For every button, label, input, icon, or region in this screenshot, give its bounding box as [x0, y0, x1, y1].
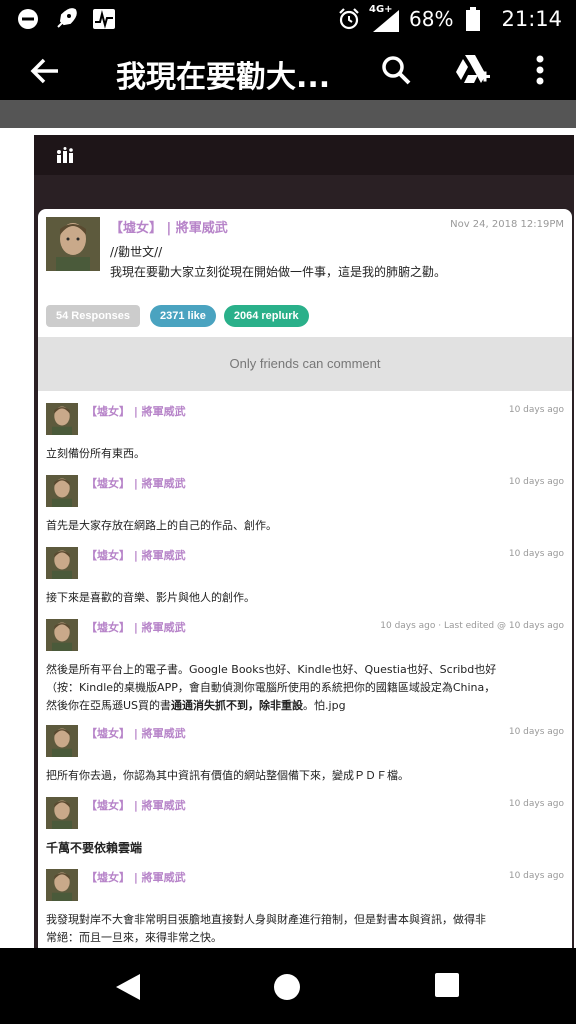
response-text-bold: 通通消失抓不到，除非重設 [171, 699, 304, 712]
status-bar: 4G+ 68% 21:14 [0, 0, 576, 38]
response-time: 10 days ago [508, 477, 564, 487]
rocket-notification-icon [54, 7, 78, 31]
response-time: 10 days ago [508, 405, 564, 415]
alarm-icon [337, 7, 361, 31]
more-options-icon[interactable] [522, 52, 558, 88]
plurk-logo-icon[interactable] [56, 147, 76, 167]
response-text-line1: 然後是所有平台上的電子書。Google Books也好、Kindle也好、Que… [46, 663, 497, 676]
plurk-header [34, 135, 574, 175]
back-icon[interactable] [114, 972, 144, 1002]
plurk-stats: 54 Responses 2371 like 2064 replurk [46, 305, 309, 327]
comment-restricted-notice: Only friends can comment [38, 337, 572, 391]
avatar[interactable] [46, 217, 100, 271]
response-text: 首先是大家存放在網路上的自己的作品、創作。 [46, 519, 277, 532]
response-item: 【墟女】 | 將軍威武 10 days ago 立刻備份所有東西。 [38, 395, 572, 467]
plurk-main: 【墟女】 | 將軍威武 Nov 24, 2018 12:19PM //勸世文//… [38, 209, 572, 299]
response-text: 立刻備份所有東西。 [46, 447, 145, 460]
plurk-embed: 【墟女】 | 將軍威武 Nov 24, 2018 12:19PM //勸世文//… [34, 135, 574, 948]
plurk-content-line1: //勸世文// [110, 245, 163, 259]
response-author[interactable]: 【墟女】 | 將軍威武 [86, 475, 186, 491]
response-item: 【墟女】 | 將軍威武 10 days ago · Last edited @ … [38, 611, 572, 715]
avatar[interactable] [46, 797, 78, 829]
plurk-date: Nov 24, 2018 12:19PM [450, 219, 564, 230]
response-text: 千萬不要依賴雲端 [46, 841, 143, 855]
response-author[interactable]: 【墟女】 | 將軍威武 [86, 797, 186, 813]
avatar[interactable] [46, 869, 78, 901]
response-item: 【墟女】 | 將軍威武 10 days ago 我發現對岸不大會非常明目張膽地直… [38, 861, 572, 948]
plurk-author[interactable]: 【墟女】 | 將軍威武 [110, 217, 228, 236]
response-item: 【墟女】 | 將軍威武 10 days ago 千萬不要依賴雲端 [38, 789, 572, 861]
battery-percent: 68% [409, 7, 454, 31]
search-icon[interactable] [378, 52, 414, 88]
avatar[interactable] [46, 619, 78, 651]
response-text-plain: 。怕.jpg [303, 699, 346, 712]
plurk-card: 【墟女】 | 將軍威武 Nov 24, 2018 12:19PM //勸世文//… [38, 209, 572, 948]
activity-notification-icon [92, 7, 116, 31]
response-time: 10 days ago · Last edited @ 10 days ago [380, 621, 564, 631]
replurks-count[interactable]: 2064 replurk [223, 305, 309, 327]
response-item: 【墟女】 | 將軍威武 10 days ago 首先是大家存放在網路上的自己的作… [38, 467, 572, 539]
response-text-line1: 我發現對岸不大會非常明目張膽地直接對人身與財產進行箝制，但是對書本與資訊，做得非 [46, 913, 486, 926]
page-title: 我現在要勸大... [116, 60, 331, 95]
battery-icon [461, 7, 485, 31]
response-text-line2: 常絕：而且一旦來，來得非常之快。 [46, 931, 222, 944]
system-nav-bar [0, 948, 576, 1024]
response-item: 【墟女】 | 將軍威武 10 days ago 把所有你去過，你認為其中資訊有價… [38, 717, 572, 789]
avatar[interactable] [46, 547, 78, 579]
recents-icon[interactable] [434, 972, 464, 1002]
do-not-disturb-icon [16, 7, 40, 31]
response-text-plain: 然後你在亞馬遜US買的書 [46, 699, 172, 712]
response-time: 10 days ago [508, 549, 564, 559]
avatar[interactable] [46, 403, 78, 435]
response-text: 把所有你去過，你認為其中資訊有價值的網站整個備下來，變成ＰＤＦ檔。 [46, 769, 409, 782]
avatar[interactable] [46, 475, 78, 507]
app-bar: 我現在要勸大... [0, 38, 576, 100]
responses-count[interactable]: 54 Responses [46, 305, 140, 327]
home-icon[interactable] [272, 972, 302, 1002]
plurk-content-line2: 我現在要勸大家立刻從現在開始做一件事，這是我的肺腑之勸。 [110, 265, 447, 279]
avatar[interactable] [46, 725, 78, 757]
signal-icon: 4G+ [369, 4, 401, 32]
response-author[interactable]: 【墟女】 | 將軍威武 [86, 869, 186, 885]
toolbar-divider [0, 100, 576, 128]
clock: 21:14 [501, 7, 562, 31]
response-text-line3: 然後你在亞馬遜US買的書通通消失抓不到，除非重設。怕.jpg [46, 697, 346, 713]
response-author[interactable]: 【墟女】 | 將軍威武 [86, 403, 186, 419]
response-time: 10 days ago [508, 799, 564, 809]
response-author[interactable]: 【墟女】 | 將軍威武 [86, 619, 186, 635]
response-item: 【墟女】 | 將軍威武 10 days ago 接下來是喜歡的音樂、影片與他人的… [38, 539, 572, 611]
response-text: 接下來是喜歡的音樂、影片與他人的創作。 [46, 591, 255, 604]
response-text-line2: （按：Kindle的桌機版APP，會自動偵測你電腦所使用的系統把你的國籍區域設定… [46, 681, 496, 694]
response-author[interactable]: 【墟女】 | 將軍威武 [86, 547, 186, 563]
likes-count[interactable]: 2371 like [149, 305, 216, 327]
response-author[interactable]: 【墟女】 | 將軍威武 [86, 725, 186, 741]
back-arrow-icon[interactable] [28, 54, 62, 88]
save-to-drive-icon[interactable] [454, 52, 490, 88]
response-time: 10 days ago [508, 727, 564, 737]
response-time: 10 days ago [508, 871, 564, 881]
